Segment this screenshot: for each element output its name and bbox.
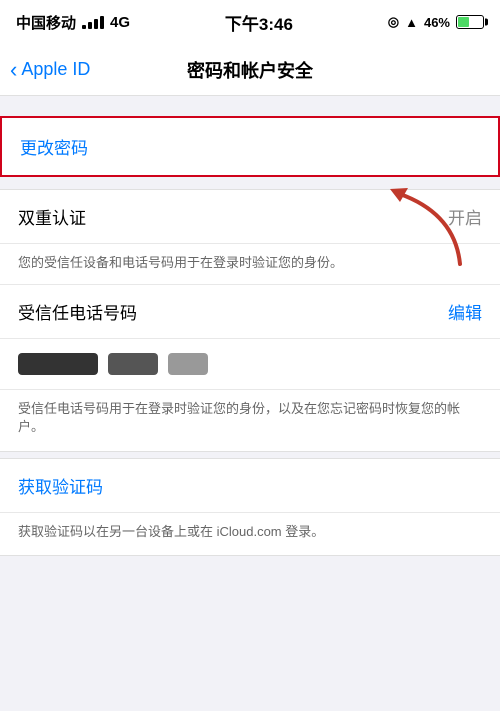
two-factor-description: 您的受信任设备和电话号码用于在登录时验证您的身份。 xyxy=(0,244,500,285)
status-bar: 中国移动 4G 下午3:46 ◎ ▲ 46% xyxy=(0,0,500,44)
battery-percent: 46% xyxy=(424,15,450,30)
nav-title: 密码和帐户安全 xyxy=(187,57,313,83)
network-label: 4G xyxy=(110,14,130,31)
battery-icon xyxy=(456,15,484,29)
back-label: Apple ID xyxy=(21,59,90,80)
content: 更改密码 双重认证 开启 您的受信任设备和电话号码用于在登录时验证您的身份。 受… xyxy=(0,96,500,582)
change-password-section: 更改密码 xyxy=(0,116,500,177)
location-icon: ◎ xyxy=(388,14,399,30)
nav-bar: ‹ Apple ID 密码和帐户安全 xyxy=(0,44,500,96)
carrier-label: 中国移动 xyxy=(16,12,76,33)
get-code-row[interactable]: 获取验证码 xyxy=(0,459,500,513)
two-factor-status: 开启 xyxy=(448,204,482,229)
status-right: ◎ ▲ 46% xyxy=(388,14,484,30)
phone-number-3 xyxy=(168,353,208,375)
signal-icon xyxy=(82,16,104,29)
trusted-phone-row[interactable]: 受信任电话号码 编辑 xyxy=(0,285,500,339)
change-password-label: 更改密码 xyxy=(20,139,88,158)
back-button[interactable]: ‹ Apple ID xyxy=(10,59,90,81)
status-left: 中国移动 4G xyxy=(16,12,130,33)
phone-number-2 xyxy=(108,353,158,375)
status-time: 下午3:46 xyxy=(225,10,293,35)
trusted-phone-label: 受信任电话号码 xyxy=(18,299,137,324)
change-password-row[interactable]: 更改密码 xyxy=(2,118,498,175)
get-code-description: 获取验证码以在另一台设备上或在 iCloud.com 登录。 xyxy=(0,513,500,555)
wifi-icon: ▲ xyxy=(405,15,418,30)
two-factor-header: 双重认证 开启 xyxy=(0,190,500,244)
phone-description: 受信任电话号码用于在登录时验证您的身份，以及在您忘记密码时恢复您的帐户。 xyxy=(0,390,500,450)
two-factor-section: 双重认证 开启 您的受信任设备和电话号码用于在登录时验证您的身份。 受信任电话号… xyxy=(0,189,500,452)
back-chevron-icon: ‹ xyxy=(10,59,17,81)
get-code-label: 获取验证码 xyxy=(18,478,103,497)
two-factor-title: 双重认证 xyxy=(18,204,86,229)
trusted-phone-edit-button[interactable]: 编辑 xyxy=(448,299,482,324)
phone-numbers-list xyxy=(0,339,500,390)
phone-number-1 xyxy=(18,353,98,375)
get-code-section: 获取验证码 获取验证码以在另一台设备上或在 iCloud.com 登录。 xyxy=(0,458,500,556)
